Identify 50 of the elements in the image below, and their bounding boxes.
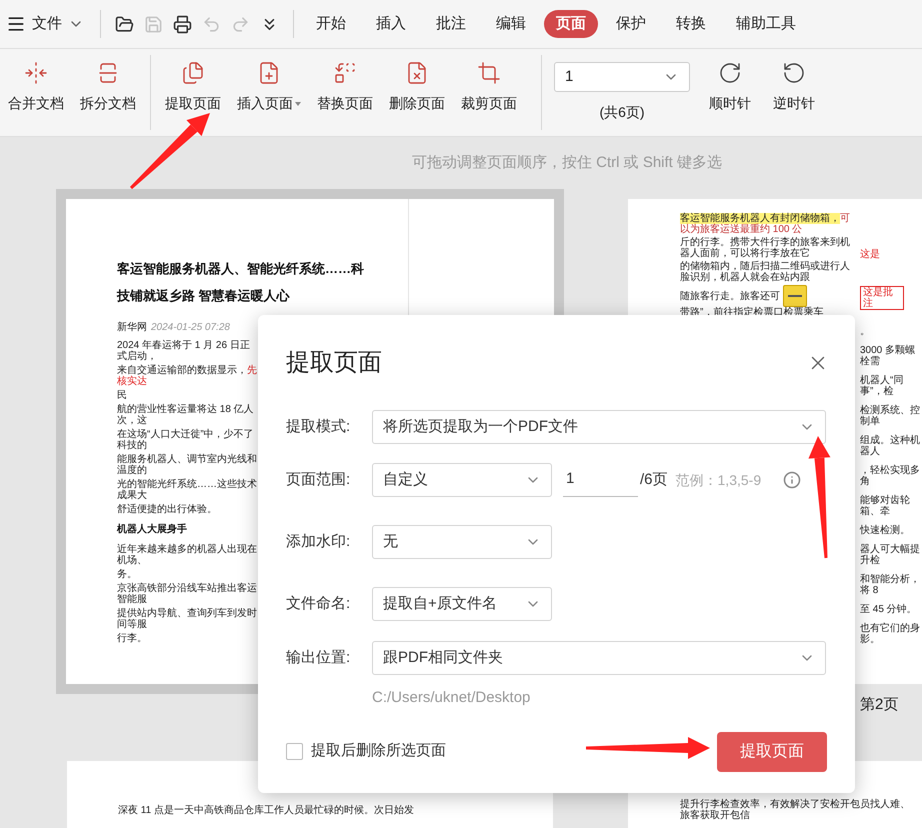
document-text: 提升行李检查效率，有效解决了安检开包员找人难、旅客获取开包信 [680, 798, 911, 820]
page-label: 第2页 [860, 695, 900, 715]
field-label: 文件命名: [286, 594, 352, 614]
document-source: 新华网 [117, 321, 147, 335]
page-total: /6页 [640, 470, 668, 490]
document-heading: 机器人大展身手 [117, 524, 188, 535]
document-text: 检测系统、控制单 [860, 405, 921, 427]
example-text: 范例：1,3,5-9 [676, 470, 762, 490]
document-text: ，轻松实现多角 [860, 465, 921, 487]
document-text: 2024 年春运将于 1 月 26 日正式启动， [117, 340, 251, 362]
document-text: 能服务机器人、调节室内光线和温度的 [117, 454, 257, 476]
comment-text: 这是 [860, 249, 881, 260]
document-text: 机器人“同事”，检 [860, 375, 904, 397]
output-path: C:/Users/uknet/Desktop [372, 688, 532, 708]
document-text: 。 [860, 326, 871, 337]
dialog-title: 提取页面 [286, 348, 382, 378]
document-text: 提供站内导航、查询列车到发时间等服 [117, 608, 257, 630]
document-text: 至 45 分钟。 [860, 604, 918, 615]
document-text: 随旅客行走。旅客还可 [680, 290, 780, 302]
field-label: 页面范围: [286, 470, 352, 490]
document-title: 技铺就返乡路 智慧春运暖人心 [117, 287, 291, 305]
document-text: 斤的行李。携带大件行李的旅客来到机器人面前，可以将行李放在它 [680, 237, 851, 259]
comment-box: 这是批注 [860, 286, 904, 310]
document-text: 京张高铁部分沿线车站推出客运智能服 [117, 583, 257, 605]
field-label: 输出位置: [286, 648, 352, 668]
document-text: 近年来越来越多的机器人出现在机场、 [117, 544, 257, 566]
document-text: 务。 [117, 569, 138, 580]
document-text: 能够对齿轮箱、牵 [860, 495, 911, 517]
document-text: 客运智能服务机器人有封闭储物箱，可以为旅客运送最重约 100 公 [680, 213, 851, 235]
document-date: 2024-01-25 07:28 [151, 321, 230, 335]
document-text: 3000 多颗螺栓需 [860, 345, 916, 367]
document-text: 来自交通运输部的数据显示，先核实达 [117, 365, 257, 387]
page-count: (共6页) [599, 103, 645, 122]
document-text: 和智能分析，将 8 [860, 574, 921, 596]
document-text: 行李。 [117, 633, 148, 644]
document-text: 民 [117, 390, 128, 401]
document-text: 组成。这种机器人 [860, 435, 921, 457]
document-text: 的储物箱内，随后扫描二维码或进行人脸识别，机器人就会在站内跟 [680, 261, 851, 283]
document-text: 航的营业性客运量将达 18 亿人次，这 [117, 404, 255, 426]
document-text: 光的智能光纤系统……这些技术成果大 [117, 479, 257, 501]
document-text: 也有它们的身影。 [860, 623, 921, 645]
document-text: 深夜 11 点是一天中高铁商品仓库工作人员最忙碌的时候。次日始发 [118, 804, 414, 816]
hint-text: 可拖动调整页面顺序，按住 Ctrl 或 Shift 键多选 [412, 152, 722, 173]
document-text: 器人可大幅提升检 [860, 544, 921, 566]
document-text: 快速检测。 [860, 525, 911, 536]
document-title: 客运智能服务机器人、智能光纤系统……科 [117, 260, 364, 278]
field-label: 添加水印: [286, 532, 352, 552]
document-text: 舒适便捷的出行体验。 [117, 504, 218, 515]
field-label: 提取模式: [286, 416, 352, 437]
document-text: 在这场“人口大迁徙”中，少不了科技的 [117, 429, 255, 451]
